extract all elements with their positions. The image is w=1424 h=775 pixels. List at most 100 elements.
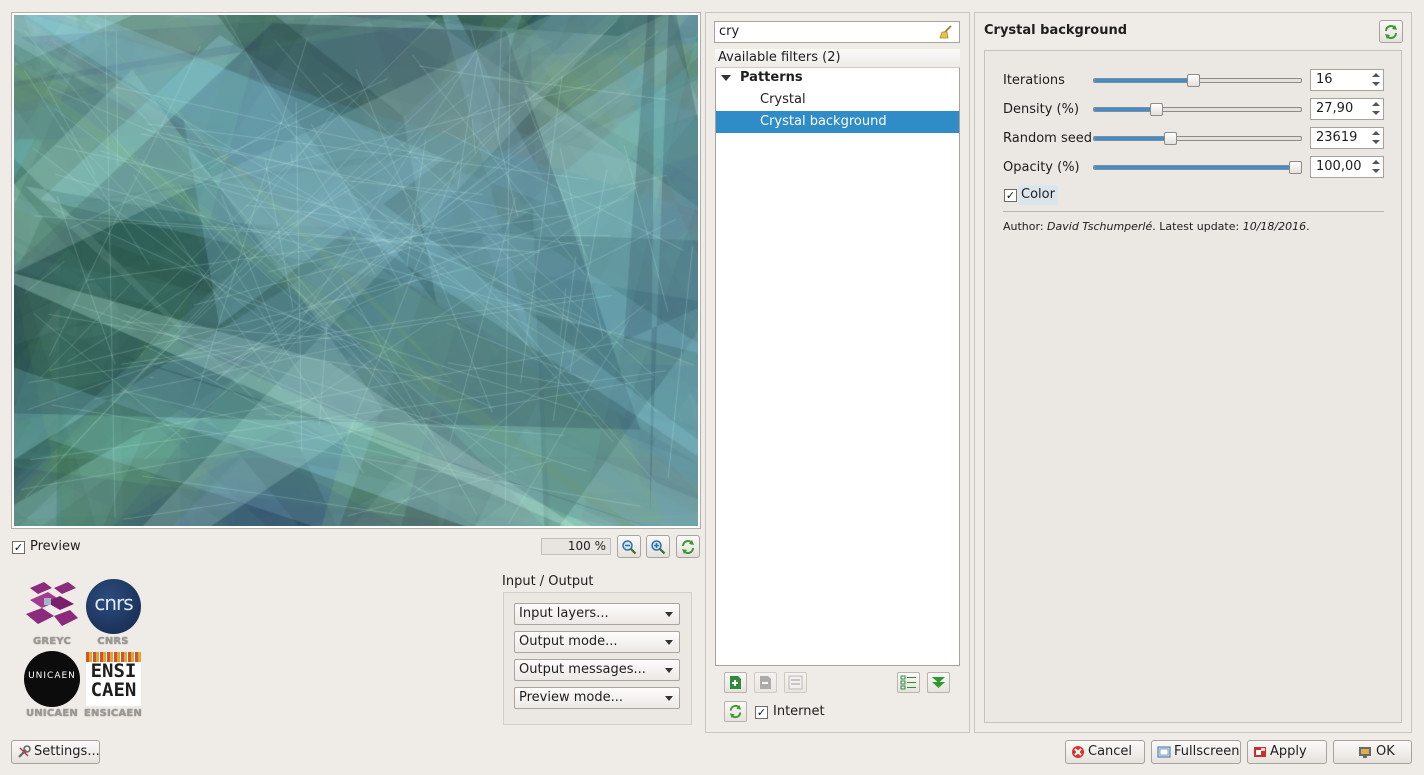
color-label: Color [1018, 185, 1058, 205]
rename-favorite-button[interactable] [784, 672, 807, 693]
preview-image[interactable] [14, 15, 698, 526]
update-suffix: . [1306, 220, 1310, 233]
output-mode-combo[interactable]: Output mode... [514, 631, 680, 653]
filter-title: Crystal background [984, 23, 1128, 38]
param-label: Iterations [1003, 73, 1065, 88]
param-slider-fill [1094, 108, 1155, 111]
reset-params-button[interactable] [1379, 20, 1403, 43]
dropdown-arrow-icon [665, 668, 673, 673]
tree-item-crystal[interactable]: Crystal [716, 89, 959, 111]
param-value: 100,00 [1316, 159, 1362, 174]
ok-icon [1359, 747, 1371, 758]
tree-category-patterns[interactable]: Patterns [716, 67, 959, 89]
preview-mode-combo-label: Preview mode... [519, 690, 623, 705]
spin-up-icon[interactable] [1369, 70, 1383, 80]
spin-down-icon[interactable] [1369, 138, 1383, 148]
ensicaen-logo: ENSI CAEN [86, 652, 141, 706]
refresh-preview-button[interactable] [676, 535, 700, 558]
param-label: Density (%) [1003, 102, 1080, 117]
cnrs-logo: cnrs [86, 579, 141, 634]
settings-button-label: Settings... [34, 744, 100, 759]
remove-favorite-button[interactable] [754, 672, 777, 693]
zoom-in-icon [651, 540, 666, 555]
cancel-icon [1072, 746, 1084, 758]
spin-down-icon[interactable] [1369, 167, 1383, 177]
greyc-label: GREYC [33, 636, 71, 647]
update-date: 10/18/2016 [1242, 220, 1307, 233]
rename-icon [788, 675, 803, 690]
filter-search-input[interactable]: cry [714, 21, 960, 43]
cnrs-logo-text: cnrs [94, 591, 133, 615]
update-prefix: . Latest update: [1152, 220, 1243, 233]
filters-tree-header: Available filters (2) [715, 49, 960, 68]
spin-up-icon[interactable] [1369, 128, 1383, 138]
param-slider[interactable] [1093, 136, 1302, 141]
input-layers-combo[interactable]: Input layers... [514, 603, 680, 625]
filters-tree[interactable] [715, 49, 960, 666]
spin-down-icon[interactable] [1369, 109, 1383, 119]
param-slider-handle[interactable] [1150, 103, 1163, 116]
dropdown-arrow-icon [665, 612, 673, 617]
expand-collapse-button[interactable] [927, 672, 950, 693]
internet-checkbox[interactable]: ✓ [755, 706, 768, 719]
spin-up-icon[interactable] [1369, 99, 1383, 109]
expand-arrow-icon [721, 75, 731, 81]
zoom-in-button[interactable] [646, 535, 670, 558]
param-label: Random seed [1003, 131, 1092, 146]
list-check-icon [900, 675, 916, 690]
param-slider[interactable] [1093, 107, 1302, 112]
clear-search-icon[interactable] [939, 25, 953, 39]
refresh-icon [1385, 25, 1397, 39]
param-slider[interactable] [1093, 165, 1302, 170]
unicaen-logo-text: UNICAEN [28, 671, 76, 681]
zoom-out-button[interactable] [617, 535, 641, 558]
internet-label: Internet [773, 704, 825, 719]
remove-fave-icon [760, 676, 771, 689]
greyc-logo [24, 582, 80, 632]
cancel-button[interactable]: Cancel [1065, 740, 1145, 764]
add-fave-icon [730, 676, 741, 689]
apply-icon [1254, 747, 1266, 757]
param-value: 16 [1316, 72, 1333, 87]
params-box [984, 50, 1402, 723]
settings-button[interactable]: Settings... [11, 740, 100, 764]
tree-item-label: Crystal [760, 92, 806, 107]
spin-down-icon[interactable] [1369, 80, 1383, 90]
unicaen-logo: UNICAEN [24, 651, 80, 707]
color-checkbox[interactable]: ✓ [1004, 189, 1017, 202]
apply-button[interactable]: Apply [1247, 740, 1327, 764]
spin-up-icon[interactable] [1369, 157, 1383, 167]
cancel-button-label: Cancel [1088, 744, 1133, 759]
author-prefix: Author: [1003, 220, 1048, 233]
param-slider-handle[interactable] [1187, 74, 1200, 87]
param-value: 23619 [1316, 130, 1358, 145]
zoom-out-icon [622, 540, 637, 555]
wrench-icon [18, 745, 31, 758]
param-spinbox[interactable]: 27,90 [1310, 98, 1384, 120]
param-slider-handle[interactable] [1164, 132, 1177, 145]
preview-checkbox[interactable]: ✓ [12, 541, 25, 554]
output-messages-combo[interactable]: Output messages... [514, 659, 680, 681]
preview-mode-combo[interactable]: Preview mode... [514, 687, 680, 709]
update-filters-button[interactable] [724, 701, 747, 722]
param-slider-handle[interactable] [1289, 161, 1302, 174]
ok-button[interactable]: OK [1333, 740, 1412, 764]
dropdown-arrow-icon [665, 640, 673, 645]
preview-frame[interactable] [11, 12, 701, 529]
tree-item-crystal-background[interactable]: Crystal background [716, 111, 959, 133]
add-favorite-button[interactable] [724, 672, 747, 693]
param-slider-fill [1094, 137, 1169, 140]
zoom-level: 100 % [541, 538, 611, 555]
apply-button-label: Apply [1270, 744, 1307, 759]
select-filters-button[interactable] [897, 672, 920, 693]
arrow-down-icon [932, 677, 945, 688]
output-messages-combo-label: Output messages... [519, 662, 646, 677]
unicaen-label: UNICAEN [26, 708, 78, 719]
refresh-icon [682, 540, 694, 554]
fullscreen-button[interactable]: Fullscreen [1151, 740, 1241, 764]
param-spinbox[interactable]: 23619 [1310, 127, 1384, 149]
refresh-icon [729, 704, 742, 719]
io-title: Input / Output [502, 574, 594, 589]
param-spinbox[interactable]: 100,00 [1310, 156, 1384, 178]
param-spinbox[interactable]: 16 [1310, 69, 1384, 91]
